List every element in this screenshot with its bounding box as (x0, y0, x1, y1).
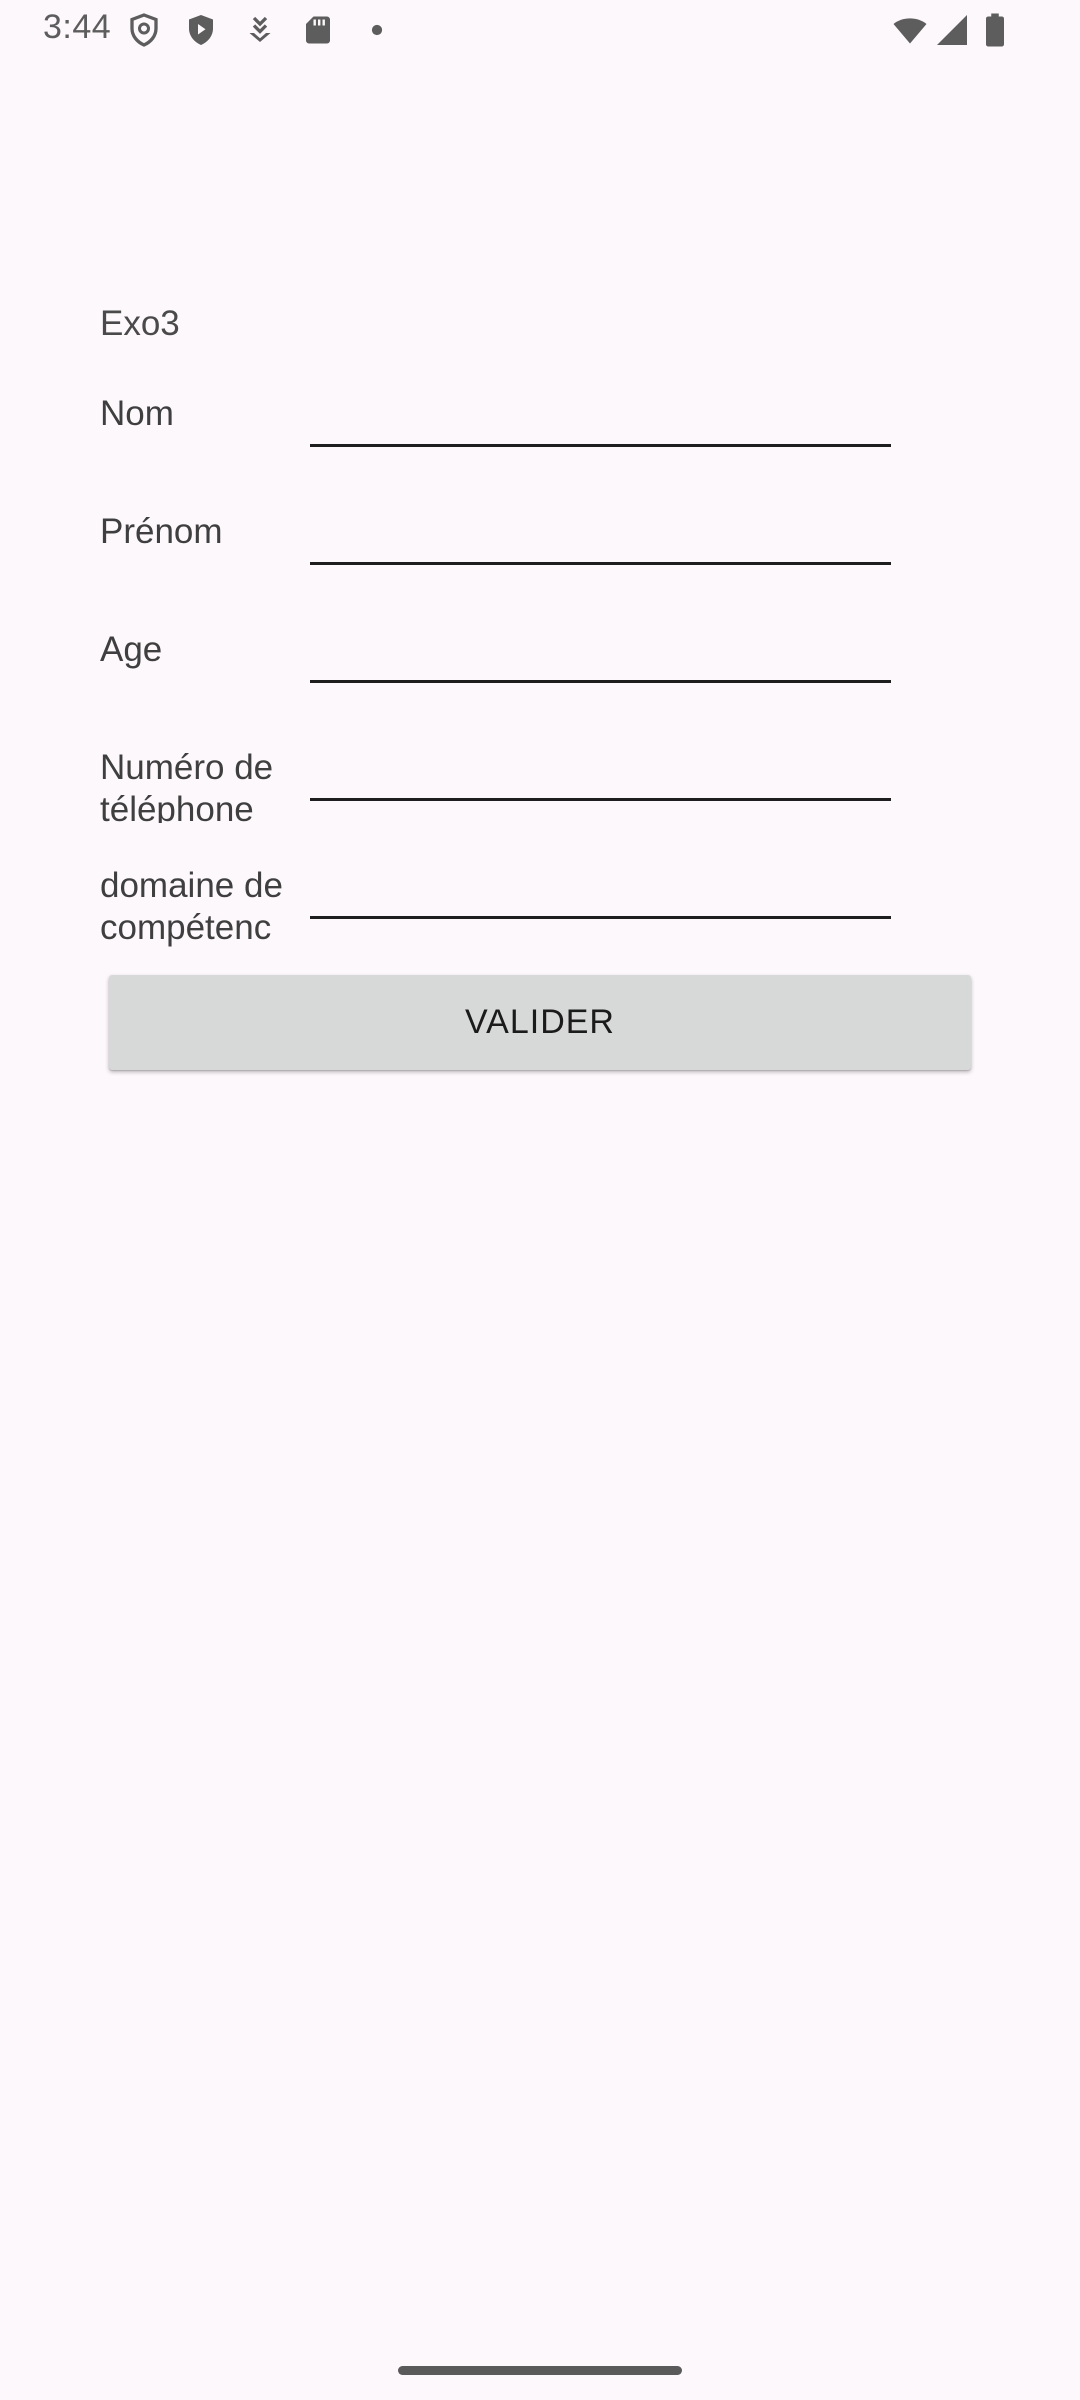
status-bar: 3:44 (0, 0, 1080, 62)
telephone-label: Numéro de téléphone (100, 748, 274, 823)
cell-signal-icon (934, 12, 970, 48)
page-title: Exo3 (100, 304, 180, 343)
valider-button[interactable]: VALIDER (109, 975, 971, 1070)
wifi-icon (890, 12, 930, 48)
gesture-nav-handle[interactable] (398, 2366, 682, 2375)
telephone-input[interactable] (310, 741, 891, 801)
play-protect-icon (183, 12, 219, 48)
competence-label: domaine de compétenc (100, 866, 283, 947)
sd-card-icon (300, 12, 336, 48)
download-icon (242, 12, 278, 48)
battery-icon (980, 12, 1010, 48)
age-input[interactable] (310, 623, 891, 683)
notification-dot-icon (359, 12, 395, 48)
prenom-input[interactable] (310, 505, 891, 565)
status-time: 3:44 (43, 8, 112, 46)
prenom-label: Prénom (100, 512, 223, 551)
nom-input[interactable] (310, 387, 891, 447)
age-label: Age (100, 630, 163, 669)
vpn-shield-icon (126, 12, 162, 48)
nom-label: Nom (100, 394, 174, 433)
competence-input[interactable] (310, 859, 891, 919)
